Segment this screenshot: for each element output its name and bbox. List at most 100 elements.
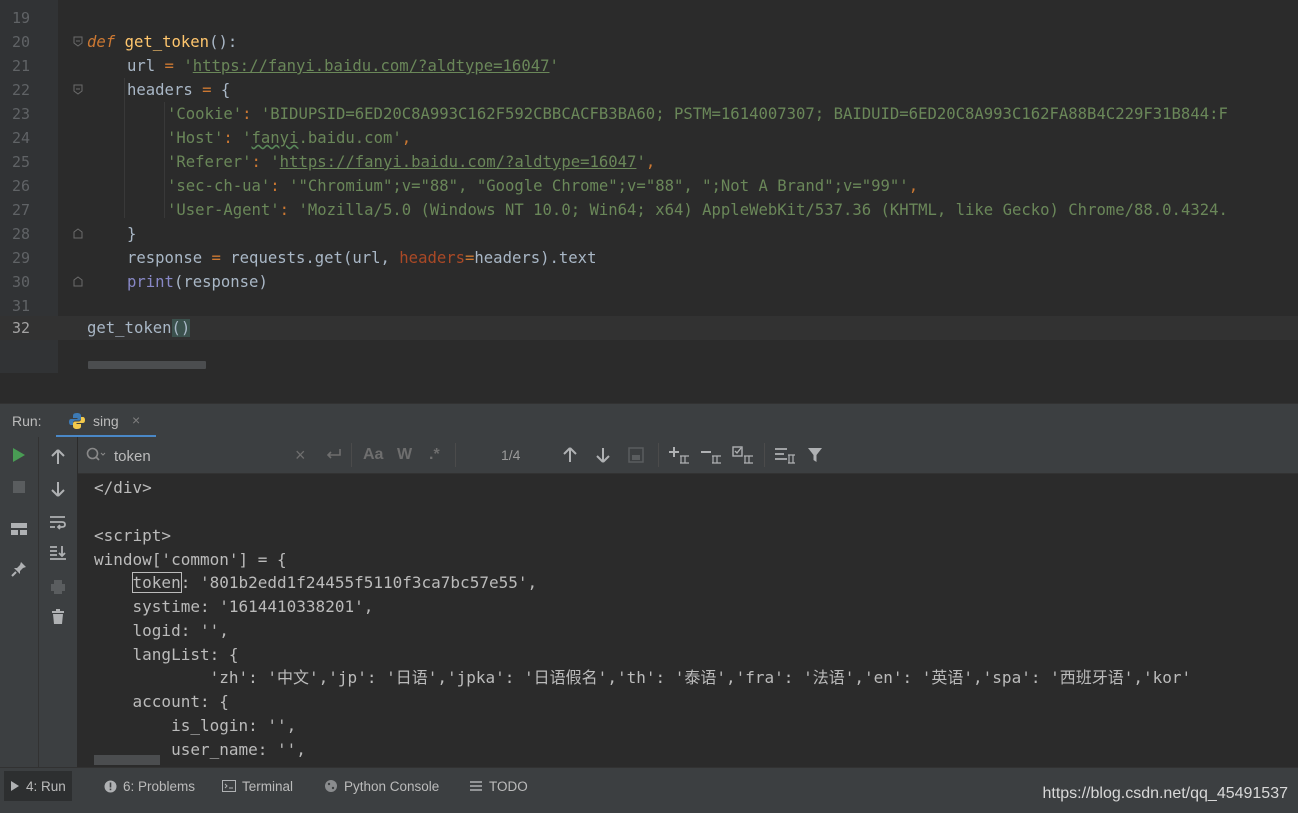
code-text: headers = {: [127, 78, 230, 102]
separator: [351, 443, 352, 467]
soft-wrap-icon[interactable]: [48, 512, 68, 532]
line-number: 20: [11, 33, 30, 51]
next-occurrence-icon[interactable]: [596, 445, 610, 465]
arrow-up-icon[interactable]: [48, 447, 68, 467]
line-number: 29: [11, 249, 30, 267]
fold-end-icon[interactable]: [73, 228, 83, 239]
colon: :: [270, 177, 290, 195]
fold-end-icon[interactable]: [73, 276, 83, 287]
trash-icon[interactable]: [48, 607, 68, 627]
tool-window-problems[interactable]: 6: Problems: [104, 776, 195, 796]
previous-occurrence-icon[interactable]: [563, 445, 577, 465]
python-console-icon: [325, 780, 337, 792]
fold-minus-icon[interactable]: [73, 84, 83, 95]
kwarg: headers: [399, 249, 466, 267]
var-response: response: [127, 249, 203, 267]
args: headers).text: [474, 249, 597, 267]
line-number: 24: [11, 129, 30, 147]
run-icon[interactable]: [9, 445, 29, 465]
run-tool-window-header: Run: sing ×: [0, 403, 1298, 438]
code-line-28[interactable]: 28 }: [0, 222, 1298, 246]
dict-key: 'Referer': [167, 153, 252, 171]
match-case-toggle[interactable]: Aa: [363, 445, 383, 465]
code-text: url = 'https://fanyi.baidu.com/?aldtype=…: [127, 54, 559, 78]
console-line: langList: {: [94, 645, 239, 664]
line-number: 22: [11, 81, 30, 99]
token-value: : '801b2edd1f24455f5110f3ca7bc57e55',: [180, 573, 538, 592]
colon: :: [223, 129, 243, 147]
code-line-20[interactable]: 20 def get_token():: [0, 30, 1298, 54]
add-occurrence-icon[interactable]: [668, 445, 690, 465]
tool-window-label: TODO: [489, 778, 528, 794]
stop-icon[interactable]: [9, 477, 29, 497]
code-line-24[interactable]: 24 'Host': 'fanyi.baidu.com',: [0, 126, 1298, 150]
line-number: 25: [11, 153, 30, 171]
code-text: 'Cookie': 'BIDUPSID=6ED20C8A993C162F592C…: [167, 102, 1228, 126]
console-output[interactable]: </div> <script> window['common'] = { tok…: [78, 474, 1298, 767]
editor-horizontal-scrollbar[interactable]: [88, 361, 206, 369]
code-line-19[interactable]: 19: [0, 6, 1298, 30]
console-line: account: {: [94, 692, 229, 711]
remove-occurrence-icon[interactable]: [700, 445, 722, 465]
console-line: window['common'] = {: [94, 550, 287, 569]
console-line: is_login: '',: [94, 716, 297, 735]
code-line-31[interactable]: 31: [0, 294, 1298, 318]
operator: =: [155, 57, 184, 75]
console-search-bar: × Aa W .* 1/4: [78, 437, 1298, 474]
python-icon: [69, 413, 85, 429]
var-headers: headers: [127, 81, 193, 99]
close-icon[interactable]: ×: [132, 412, 140, 428]
fold-minus-icon[interactable]: [73, 36, 83, 47]
code-line-26[interactable]: 26 'sec-ch-ua': '"Chromium";v="88", "Goo…: [0, 174, 1298, 198]
tool-window-todo[interactable]: TODO: [469, 776, 528, 796]
filter-icon[interactable]: [807, 445, 823, 465]
function-name: get_token: [124, 33, 210, 51]
new-line-icon[interactable]: [325, 445, 343, 465]
code-line-27[interactable]: 27 'User-Agent': 'Mozilla/5.0 (Windows N…: [0, 198, 1298, 222]
args: (url,: [342, 249, 400, 267]
code-line-23[interactable]: 23 'Cookie': 'BIDUPSID=6ED20C8A993C162F5…: [0, 102, 1298, 126]
filter-matches-icon[interactable]: [774, 445, 796, 465]
url-link[interactable]: https://fanyi.baidu.com/?aldtype=16047: [280, 153, 637, 171]
run-tab-sing[interactable]: sing ×: [56, 404, 156, 438]
dict-value: 'Mozilla/5.0 (Windows NT 10.0; Win64; x6…: [298, 201, 1228, 219]
method-get: get: [314, 249, 343, 267]
watermark-url: https://blog.csdn.net/qq_45491537: [1042, 785, 1288, 802]
tool-window-terminal[interactable]: Terminal: [222, 776, 293, 796]
words-toggle[interactable]: W: [397, 445, 412, 465]
pin-icon[interactable]: [9, 559, 29, 579]
code-text: }: [127, 225, 137, 243]
dict-key: 'Host': [167, 129, 224, 147]
scroll-to-end-icon[interactable]: [48, 542, 68, 562]
url-link[interactable]: https://fanyi.baidu.com/?aldtype=16047: [193, 57, 550, 75]
clear-search-icon[interactable]: ×: [295, 445, 306, 465]
console-line: logid: '',: [94, 621, 229, 640]
console-line-token: token: '801b2edd1f24455f5110f3ca7bc57e55…: [94, 571, 537, 595]
code-line-22[interactable]: 22 headers = {: [0, 78, 1298, 102]
tool-window-run[interactable]: 4: Run: [4, 771, 72, 801]
console-line: </div>: [94, 478, 152, 497]
indent-guide: [164, 102, 165, 218]
separator: [658, 443, 659, 467]
quote: ': [549, 57, 559, 75]
code-editor[interactable]: 19 20 def get_token(): 21 url = 'https:/…: [0, 0, 1298, 373]
print-icon[interactable]: [48, 577, 68, 597]
line-number: 23: [11, 105, 30, 123]
arrow-down-icon[interactable]: [48, 479, 68, 499]
code-line-32[interactable]: 32 get_token(): [0, 316, 1298, 340]
code-line-25[interactable]: 25 'Referer': 'https://fanyi.baidu.com/?…: [0, 150, 1298, 174]
brace: {: [220, 81, 231, 99]
layout-icon[interactable]: [9, 519, 29, 539]
select-all-matches-icon[interactable]: [732, 445, 754, 465]
tool-window-label: Python Console: [344, 778, 440, 794]
dict-key: 'sec-ch-ua': [167, 177, 271, 195]
comma: ,: [401, 129, 412, 147]
console-horizontal-scrollbar[interactable]: [94, 755, 160, 765]
regex-toggle[interactable]: .*: [429, 445, 440, 465]
tool-window-python-console[interactable]: Python Console: [324, 776, 439, 796]
code-line-30[interactable]: 30 print(response): [0, 270, 1298, 294]
var-url: url: [127, 57, 156, 75]
code-line-29[interactable]: 29 response = requests.get(url, headers=…: [0, 246, 1298, 270]
code-line-21[interactable]: 21 url = 'https://fanyi.baidu.com/?aldty…: [0, 54, 1298, 78]
select-all-occurrences-icon[interactable]: [628, 445, 644, 465]
